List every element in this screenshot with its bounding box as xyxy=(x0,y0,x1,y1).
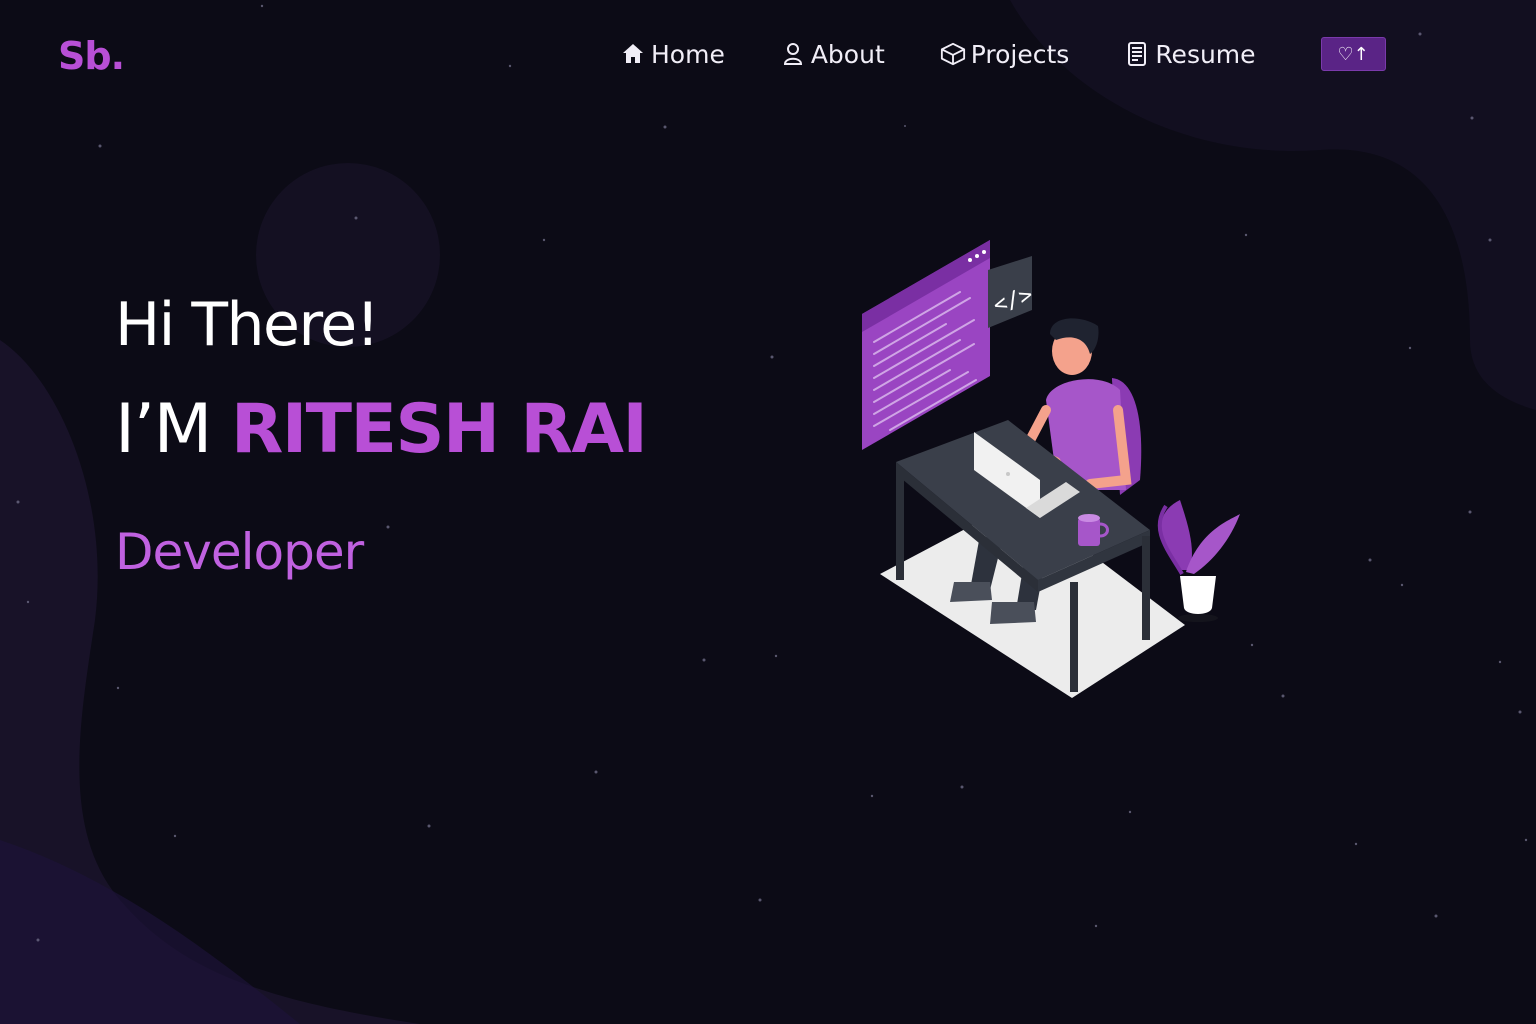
github-star-button[interactable]: ♡↑ xyxy=(1320,37,1386,71)
user-icon xyxy=(780,41,806,67)
document-icon xyxy=(1124,41,1150,67)
box-icon xyxy=(940,41,966,67)
nav-item-home[interactable]: Home xyxy=(620,40,725,69)
nav-item-home-label: Home xyxy=(651,39,725,69)
home-icon xyxy=(620,41,646,67)
plant-icon xyxy=(1157,500,1240,622)
code-window-icon xyxy=(862,240,990,450)
fork-star-icon: ♡↑ xyxy=(1337,43,1369,65)
nav-item-projects-label: Projects xyxy=(970,39,1070,69)
nav-item-projects[interactable]: Projects xyxy=(940,39,1070,69)
nav-item-about-label: About xyxy=(810,39,885,69)
nav-item-resume[interactable]: Resume xyxy=(1124,39,1256,69)
hero-name: RITESH RAI xyxy=(230,390,648,469)
portfolio-page: Sb. Home About Projects Resume ♡↑ Hi The… xyxy=(0,0,1536,1024)
background-decoration xyxy=(0,0,1536,1024)
hero-intro-prefix: I’M xyxy=(115,390,231,469)
logo[interactable]: Sb. xyxy=(58,34,125,78)
hero-intro: I’M RITESH RAI xyxy=(115,390,648,469)
hero-greeting: Hi There! xyxy=(115,290,380,360)
hero-role: Developer xyxy=(115,523,364,581)
nav-item-resume-label: Resume xyxy=(1155,39,1256,69)
main-nav: Home About Projects Resume ♡↑ xyxy=(620,34,1386,74)
developer-illustration: </> xyxy=(862,240,1240,698)
nav-item-about[interactable]: About xyxy=(780,40,885,69)
